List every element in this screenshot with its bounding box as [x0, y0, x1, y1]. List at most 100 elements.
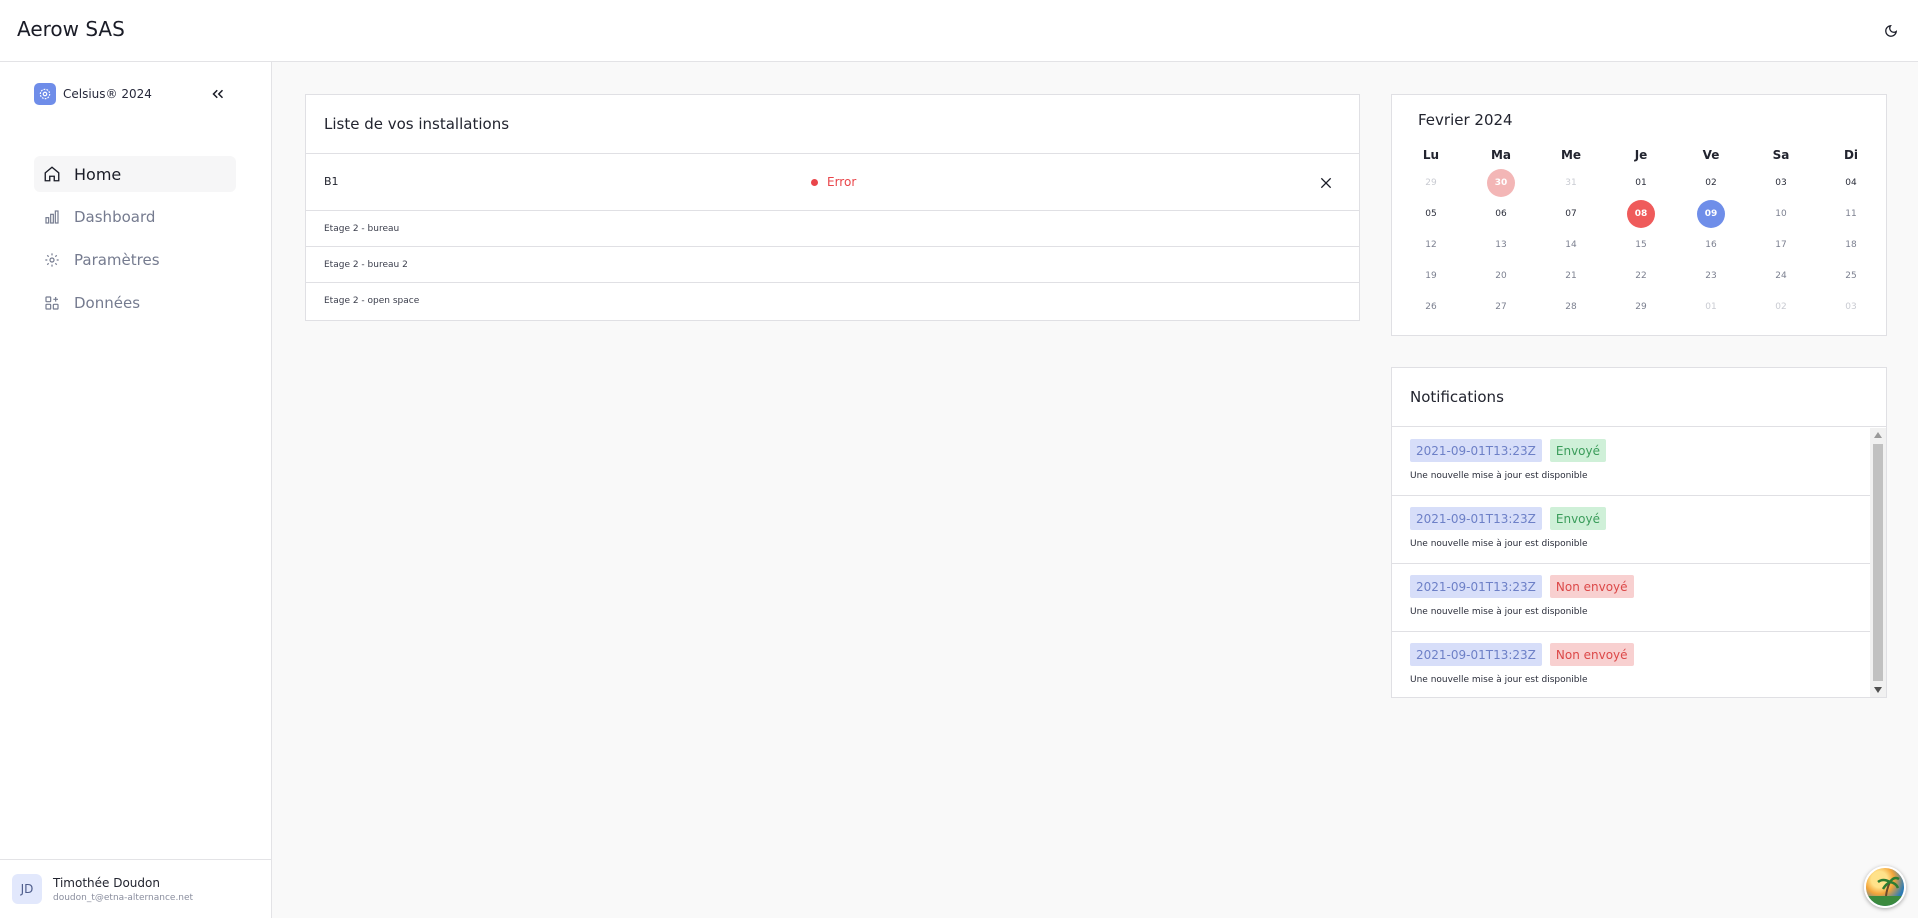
- installation-sub-row[interactable]: Etage 2 - open space: [306, 283, 1359, 319]
- sidebar: Celsius® 2024 Home Dashboard Paramètres: [0, 62, 272, 918]
- calendar-month-title: Fevrier 2024: [1418, 111, 1513, 129]
- calendar-day[interactable]: 06: [1487, 200, 1515, 228]
- scrollbar-thumb[interactable]: [1873, 444, 1883, 681]
- notification-tags: 2021-09-01T13:23Z Non envoyé: [1410, 643, 1870, 666]
- calendar-day[interactable]: 29: [1417, 169, 1445, 197]
- scroll-down-arrow-icon[interactable]: [1870, 683, 1886, 697]
- calendar-day[interactable]: 08: [1627, 199, 1655, 228]
- calendar-cell: 12: [1396, 229, 1466, 260]
- calendar-day[interactable]: 26: [1417, 293, 1445, 321]
- calendar-day[interactable]: 09: [1697, 199, 1725, 228]
- app-switcher[interactable]: Celsius® 2024: [34, 83, 152, 105]
- date-badge: 2021-09-01T13:23Z: [1410, 507, 1542, 530]
- user-profile[interactable]: JD Timothée Doudon doudon_t@etna-alterna…: [0, 859, 271, 918]
- sidebar-item-dashboard[interactable]: Dashboard: [34, 199, 236, 235]
- calendar-day[interactable]: 04: [1837, 169, 1865, 197]
- calendar-day[interactable]: 20: [1487, 262, 1515, 290]
- calendar-cell: 07: [1536, 198, 1606, 229]
- palm-tree-icon: [1866, 876, 1904, 906]
- calendar-day[interactable]: 05: [1417, 200, 1445, 228]
- calendar-day[interactable]: 15: [1627, 231, 1655, 259]
- calendar-cell: 27: [1466, 291, 1536, 322]
- user-email: doudon_t@etna-alternance.net: [53, 892, 194, 903]
- calendar-day[interactable]: 11: [1837, 200, 1865, 228]
- installations-panel: Liste de vos installations B1 Error Etag…: [305, 94, 1360, 321]
- calendar-day[interactable]: 27: [1487, 293, 1515, 321]
- scroll-up-arrow-icon[interactable]: [1870, 428, 1886, 442]
- calendar-cell: 22: [1606, 260, 1676, 291]
- user-name: Timothée Doudon: [53, 875, 160, 890]
- installation-sub-row[interactable]: Etage 2 - bureau: [306, 211, 1359, 247]
- calendar-cell: 24: [1746, 260, 1816, 291]
- celsius-logo-icon: [34, 83, 56, 105]
- calendar-day[interactable]: 30: [1487, 168, 1515, 197]
- company-name: Aerow SAS: [17, 17, 125, 41]
- calendar-day[interactable]: 25: [1837, 262, 1865, 290]
- calendar-day[interactable]: 31: [1557, 169, 1585, 197]
- calendar-cell: 06: [1466, 198, 1536, 229]
- notification-item[interactable]: 2021-09-01T13:23Z Non envoyé Une nouvelle …: [1392, 564, 1870, 632]
- installation-sub-row[interactable]: Etage 2 - bureau 2: [306, 247, 1359, 283]
- notification-message: Une nouvelle mise à jour est disponible: [1410, 471, 1588, 481]
- notification-message: Une nouvelle mise à jour est disponible: [1410, 539, 1588, 549]
- calendar-day[interactable]: 22: [1627, 262, 1655, 290]
- calendar-day[interactable]: 17: [1767, 231, 1795, 259]
- calendar-cell: 04: [1816, 167, 1886, 198]
- calendar-weekday: Ma: [1490, 148, 1512, 162]
- calendar-day[interactable]: 02: [1697, 169, 1725, 197]
- notifications-list: 2021-09-01T13:23Z Envoyé Une nouvelle mise…: [1392, 428, 1870, 700]
- calendar-cell: 16: [1676, 229, 1746, 260]
- calendar-day[interactable]: 01: [1627, 169, 1655, 197]
- calendar-day[interactable]: 29: [1627, 293, 1655, 321]
- calendar-cell: 23: [1676, 260, 1746, 291]
- calendar-weekday: Me: [1560, 148, 1582, 162]
- status-badge: Envoyé: [1549, 507, 1606, 530]
- calendar-cell: 08: [1606, 198, 1676, 229]
- calendar-day[interactable]: 14: [1557, 231, 1585, 259]
- chevrons-left-icon[interactable]: [206, 82, 230, 106]
- calendar-day[interactable]: 21: [1557, 262, 1585, 290]
- calendar-day[interactable]: 13: [1487, 231, 1515, 259]
- calendar-cell: 01: [1606, 167, 1676, 198]
- sidebar-item-parametres[interactable]: Paramètres: [34, 242, 236, 278]
- calendar-day[interactable]: 28: [1557, 293, 1585, 321]
- sidebar-nav: Home Dashboard Paramètres Données: [34, 156, 236, 328]
- assistant-avatar-button[interactable]: [1864, 866, 1906, 908]
- calendar-day[interactable]: 12: [1417, 231, 1445, 259]
- notification-item[interactable]: 2021-09-01T13:23Z Envoyé Une nouvelle mise…: [1392, 428, 1870, 496]
- calendar-cell: 18: [1816, 229, 1886, 260]
- calendar-cell: 20: [1466, 260, 1536, 291]
- date-badge: 2021-09-01T13:23Z: [1410, 643, 1542, 666]
- calendar-day[interactable]: 10: [1767, 200, 1795, 228]
- calendar-day[interactable]: 19: [1417, 262, 1445, 290]
- calendar-weekday: Sa: [1772, 148, 1790, 162]
- calendar-day[interactable]: 03: [1767, 169, 1795, 197]
- calendar-day[interactable]: 03: [1837, 293, 1865, 321]
- installation-main-row[interactable]: B1 Error: [306, 154, 1359, 211]
- calendar-day[interactable]: 16: [1697, 231, 1725, 259]
- notification-item[interactable]: 2021-09-01T13:23Z Non envoyé Une nouvelle …: [1392, 632, 1870, 700]
- calendar-weekday: Je: [1634, 148, 1648, 162]
- notifications-scrollbar[interactable]: [1870, 428, 1886, 697]
- calendar-day[interactable]: 07: [1557, 200, 1585, 228]
- calendar-cell: 29: [1396, 167, 1466, 198]
- notification-tags: 2021-09-01T13:23Z Envoyé: [1410, 439, 1870, 462]
- calendar-day[interactable]: 24: [1767, 262, 1795, 290]
- close-icon[interactable]: [1317, 174, 1335, 192]
- notifications-panel: Notifications 2021-09-01T13:23Z Envoyé Une…: [1391, 367, 1887, 698]
- sidebar-item-donnees[interactable]: Données: [34, 285, 236, 321]
- calendar-weekday: Ve: [1702, 148, 1720, 162]
- date-badge: 2021-09-01T13:23Z: [1410, 575, 1542, 598]
- calendar-cell: 25: [1816, 260, 1886, 291]
- moon-icon[interactable]: [1880, 20, 1902, 42]
- notification-item[interactable]: 2021-09-01T13:23Z Envoyé Une nouvelle mise…: [1392, 496, 1870, 564]
- calendar-day[interactable]: 23: [1697, 262, 1725, 290]
- calendar-day[interactable]: 02: [1767, 293, 1795, 321]
- status-dot-icon: [811, 178, 818, 186]
- notification-message: Une nouvelle mise à jour est disponible: [1410, 607, 1588, 617]
- calendar-day[interactable]: 18: [1837, 231, 1865, 259]
- calendar-cell: 02: [1676, 167, 1746, 198]
- calendar-day[interactable]: 01: [1697, 293, 1725, 321]
- sidebar-item-home[interactable]: Home: [34, 156, 236, 192]
- calendar-cell: 10: [1746, 198, 1816, 229]
